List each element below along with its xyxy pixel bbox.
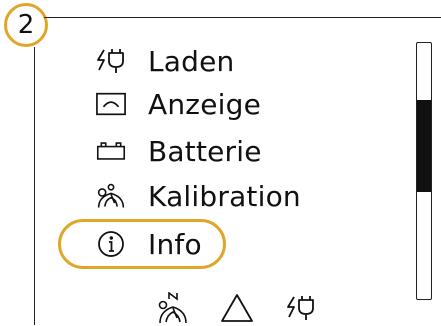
scrollbar-thumb[interactable]	[417, 100, 431, 192]
calibration-north-icon	[156, 291, 190, 325]
scrollbar[interactable]	[416, 42, 432, 300]
menu-item-label: Anzeige	[148, 87, 262, 121]
menu-item-label: Batterie	[148, 134, 262, 168]
menu-item-kalibration[interactable]: Kalibration	[96, 178, 301, 214]
menu-item-label: Kalibration	[148, 179, 301, 213]
charging-icon	[96, 46, 126, 76]
display-icon	[96, 89, 126, 119]
battery-icon	[96, 136, 126, 166]
menu-item-batterie[interactable]: Batterie	[96, 133, 262, 169]
selection-highlight	[58, 219, 226, 269]
menu-item-anzeige[interactable]: Anzeige	[96, 86, 261, 122]
menu-item-label: Laden	[148, 44, 235, 78]
warning-triangle-icon	[220, 291, 254, 325]
bottom-status-icons	[156, 290, 318, 326]
menu-list: Laden Anzeige Batterie Kalibration Info	[0, 0, 441, 325]
menu-item-laden[interactable]: Laden	[96, 43, 235, 79]
charging-icon	[284, 291, 318, 325]
calibration-icon	[96, 181, 126, 211]
